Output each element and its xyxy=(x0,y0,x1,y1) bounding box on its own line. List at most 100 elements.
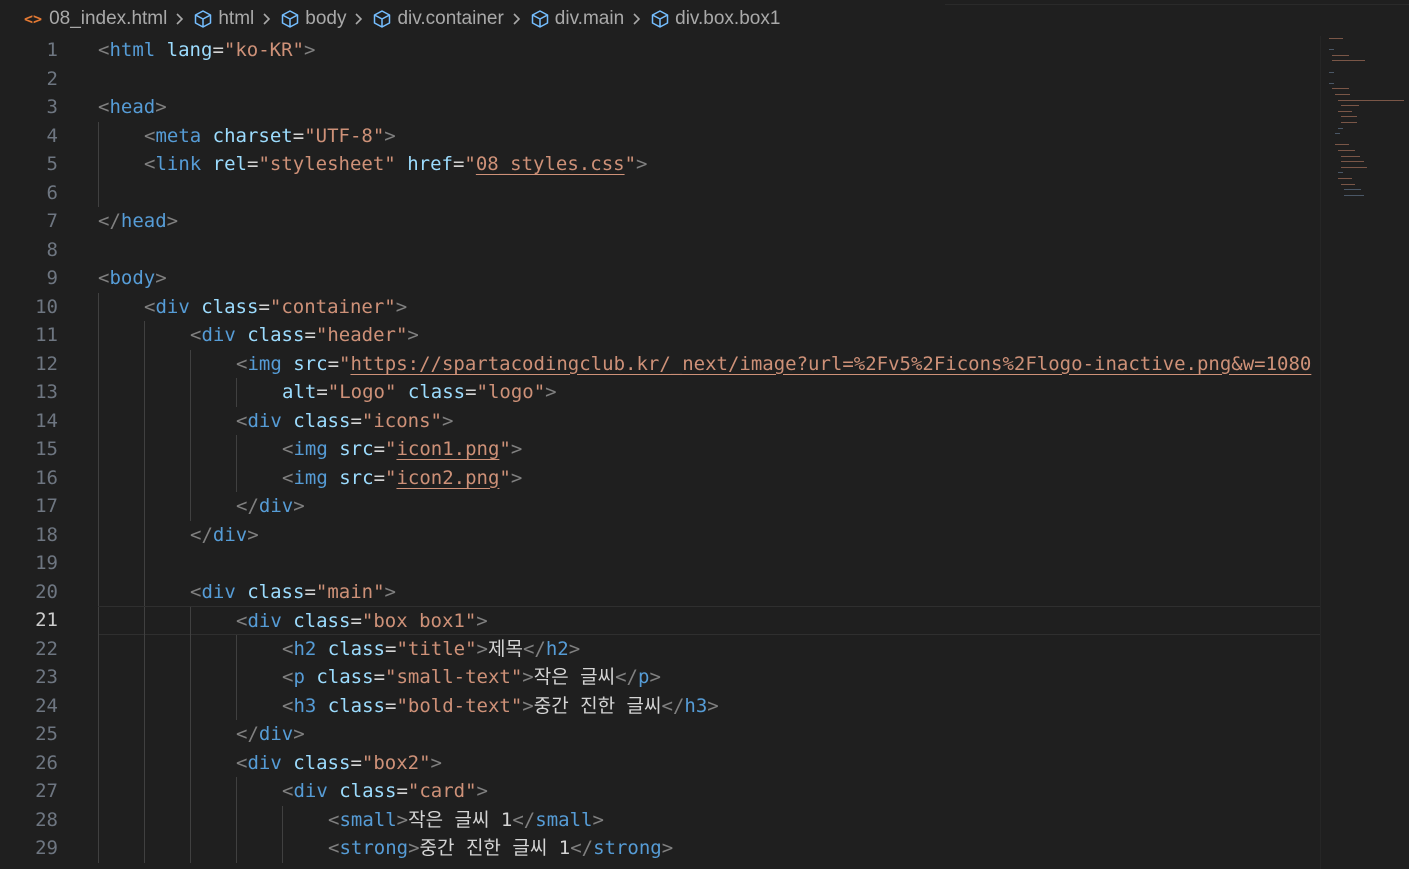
code-line[interactable]: 20 <div class="main"> xyxy=(0,577,1320,606)
minimap-line xyxy=(1335,94,1350,95)
code-line[interactable]: 22 <h2 class="title">제목</h2> xyxy=(0,634,1320,663)
code-line[interactable]: 26 <div class="box2"> xyxy=(0,748,1320,778)
code-line[interactable]: 6 xyxy=(0,178,1320,207)
code-line[interactable]: 8 xyxy=(0,236,1320,265)
minimap-line xyxy=(1338,178,1352,179)
line-number: 3 xyxy=(46,96,58,118)
code-token: " xyxy=(499,438,511,460)
code-line[interactable]: 17 </div> xyxy=(0,492,1320,521)
code-text: <div class="card"> xyxy=(282,777,488,806)
indent-guide xyxy=(98,349,99,378)
code-token: > xyxy=(707,694,719,717)
html-file-icon: <> xyxy=(24,10,43,28)
code-line[interactable]: 27 <div class="card"> xyxy=(0,777,1320,806)
indent-guide xyxy=(98,691,99,720)
code-token: > xyxy=(441,409,454,432)
code-token: "stylesheet" xyxy=(258,153,396,175)
code-line[interactable]: 13 alt="Logo" class="logo"> xyxy=(0,378,1320,407)
indent-guide xyxy=(190,378,191,407)
code-token: "container" xyxy=(269,295,396,318)
code-token: > xyxy=(396,808,409,831)
line-number: 2 xyxy=(46,67,58,90)
indent-guide xyxy=(190,691,191,720)
code-line[interactable]: 10 <div class="container"> xyxy=(0,292,1320,321)
code-text: <div class="box2"> xyxy=(236,749,442,778)
code-line[interactable]: 3 <head> xyxy=(0,93,1320,122)
breadcrumb-file[interactable]: <> 08_index.html xyxy=(24,8,167,30)
minimap-line xyxy=(1332,88,1350,90)
code-line[interactable]: 9 <body> xyxy=(0,264,1320,293)
code-line[interactable]: 2 xyxy=(0,65,1320,94)
breadcrumb-item[interactable]: html xyxy=(193,8,254,30)
minimap-line xyxy=(1332,60,1365,62)
breadcrumb-item[interactable]: div.box.box1 xyxy=(650,8,780,30)
code-token: < xyxy=(282,694,294,717)
breadcrumb-item[interactable]: div.main xyxy=(530,8,624,30)
code-token: = xyxy=(327,352,340,375)
code-token: lang xyxy=(166,39,213,61)
code-token: img xyxy=(293,466,328,489)
code-token: = xyxy=(373,438,386,460)
code-line[interactable]: 4 <meta charset="UTF-8"> xyxy=(0,121,1320,151)
code-token: class xyxy=(247,324,305,346)
code-line[interactable]: 1 <html lang="ko-KR"> xyxy=(0,36,1320,65)
code-text: <html lang="ko-KR"> xyxy=(98,36,315,65)
code-token: < xyxy=(236,352,248,375)
indent-guide xyxy=(144,805,145,834)
code-token: div xyxy=(247,409,282,432)
breadcrumb-item-label: body xyxy=(305,8,347,29)
code-token: = xyxy=(373,466,386,489)
code-line[interactable]: 11 <div class="header"> xyxy=(0,321,1320,350)
code-text: <img src="https://spartacodingclub.kr/_n… xyxy=(236,350,1311,379)
code-token: > xyxy=(476,637,488,660)
code-token: class xyxy=(201,295,259,318)
indent-guide xyxy=(144,378,145,407)
code-line[interactable]: 21 <div class="box box1"> xyxy=(0,606,1320,636)
code-line[interactable]: 15 <img src="icon1.png"> xyxy=(0,435,1320,464)
minimap-line xyxy=(1341,161,1365,163)
indent-guide xyxy=(236,378,237,407)
code-token: h2 xyxy=(293,637,317,660)
code-line[interactable]: 12 <img src="https://spartacodingclub.kr/… xyxy=(0,349,1320,379)
code-line[interactable]: 18 </div> xyxy=(0,520,1320,550)
code-token: > xyxy=(510,438,523,460)
code-line[interactable]: 24 <h3 class="bold-text">중간 진한 글씨</h3> xyxy=(0,691,1320,720)
code-line[interactable]: 19 xyxy=(0,549,1320,578)
code-token: > xyxy=(155,96,167,118)
code-token: class xyxy=(293,751,351,774)
code-token: > xyxy=(510,466,523,489)
code-text: </div> xyxy=(190,521,259,550)
code-line[interactable]: 23 <p class="small-text">작은 글씨</p> xyxy=(0,663,1320,692)
code-line[interactable]: 5 <link rel="stylesheet" href="08_styles.… xyxy=(0,150,1320,179)
breadcrumb-item[interactable]: div.container xyxy=(372,8,504,30)
code-token: > xyxy=(636,153,648,175)
minimap-line xyxy=(1341,166,1368,168)
breadcrumb-item[interactable]: body xyxy=(280,8,346,30)
minimap[interactable] xyxy=(1320,36,1409,869)
code-token: rel xyxy=(212,153,247,175)
code-text: <div class="icons"> xyxy=(236,407,453,436)
cube-icon xyxy=(195,10,212,28)
code-line[interactable]: 14 <div class="icons"> xyxy=(0,406,1320,436)
code-editor[interactable]: 1 <html lang="ko-KR"> 2 3 <head> 4 <meta chars… xyxy=(0,36,1320,869)
code-line[interactable]: 16 <img src="icon2.png"> xyxy=(0,463,1320,492)
code-line[interactable]: 28 <small>작은 글씨 1</small> xyxy=(0,805,1320,834)
code-token: > xyxy=(661,837,674,859)
code-token: "title" xyxy=(396,637,477,660)
line-number: 4 xyxy=(46,124,58,147)
code-line[interactable]: 29 <strong>중간 진한 글씨 1</strong> xyxy=(0,834,1320,863)
code-token: </ xyxy=(661,694,685,717)
indent-guide xyxy=(190,492,191,521)
indent-guide xyxy=(190,720,191,749)
code-token: "box2" xyxy=(361,751,431,774)
code-line[interactable]: 25 </div> xyxy=(0,720,1320,749)
code-text: <meta charset="UTF-8"> xyxy=(144,122,396,151)
code-line[interactable]: 7 </head> xyxy=(0,207,1320,236)
indent-guide xyxy=(144,720,145,749)
code-token: < xyxy=(144,295,156,318)
code-token: </ xyxy=(512,808,536,831)
